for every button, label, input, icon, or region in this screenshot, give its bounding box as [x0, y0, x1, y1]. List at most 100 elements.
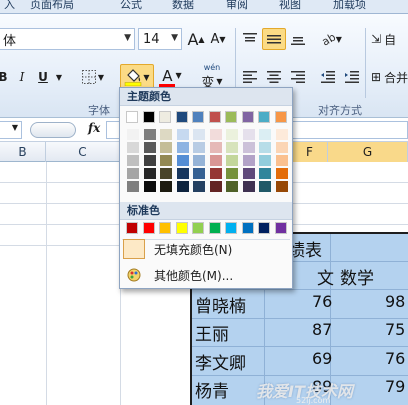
color-swatch[interactable] [225, 222, 237, 234]
name-box[interactable]: ▼ [0, 121, 22, 139]
color-swatch[interactable] [242, 181, 255, 192]
color-swatch[interactable] [242, 129, 255, 140]
color-swatch[interactable] [274, 222, 287, 234]
color-swatch[interactable] [209, 129, 222, 140]
align-bottom-button[interactable] [288, 28, 308, 50]
color-swatch[interactable] [143, 155, 156, 166]
color-swatch[interactable] [143, 181, 156, 192]
color-swatch[interactable] [143, 142, 156, 153]
color-swatch[interactable] [160, 155, 172, 166]
shrink-font-button[interactable]: A ▼ [208, 27, 228, 51]
orientation-button[interactable]: ab ▼ [318, 28, 346, 50]
color-swatch[interactable] [175, 222, 188, 234]
column-header-b[interactable]: B [0, 142, 46, 162]
column-header-f[interactable]: F [292, 142, 328, 162]
color-swatch[interactable] [142, 111, 155, 123]
color-swatch[interactable] [258, 111, 270, 123]
color-swatch[interactable] [160, 142, 172, 153]
color-swatch[interactable] [209, 181, 222, 192]
color-swatch[interactable] [143, 168, 156, 179]
color-swatch[interactable] [193, 142, 205, 153]
color-swatch[interactable] [242, 155, 255, 166]
underline-dropdown[interactable]: ▼ [54, 66, 64, 88]
underline-button[interactable]: U [33, 66, 53, 88]
color-swatch[interactable] [209, 168, 222, 179]
insert-function-button[interactable]: fx [88, 121, 100, 135]
column-header-g[interactable]: G [328, 142, 408, 162]
color-swatch[interactable] [176, 168, 189, 179]
color-swatch[interactable] [226, 168, 238, 179]
bold-button[interactable]: B [0, 66, 10, 88]
tab-addins[interactable]: 加载项 [333, 0, 366, 12]
grow-font-button[interactable]: A ▲ [186, 27, 206, 51]
color-swatch[interactable] [126, 111, 138, 123]
tab-page-layout[interactable]: 页面布局 [30, 0, 74, 12]
color-swatch[interactable] [275, 129, 288, 140]
color-swatch[interactable] [241, 111, 254, 123]
color-swatch[interactable] [176, 142, 189, 153]
color-swatch[interactable] [275, 155, 288, 166]
color-swatch[interactable] [259, 129, 271, 140]
merge-center-button[interactable]: ⊞ 合并 [370, 66, 408, 88]
color-swatch[interactable] [160, 129, 172, 140]
color-swatch[interactable] [160, 168, 172, 179]
formula-bar-splitter[interactable] [30, 122, 76, 138]
align-right-button[interactable] [288, 66, 308, 88]
color-swatch[interactable] [226, 129, 238, 140]
color-swatch[interactable] [142, 222, 155, 234]
color-swatch[interactable] [274, 111, 287, 123]
align-top-button[interactable] [240, 28, 260, 50]
decrease-indent-button[interactable] [318, 66, 338, 88]
color-swatch[interactable] [259, 142, 271, 153]
color-swatch[interactable] [126, 222, 138, 234]
color-swatch[interactable] [127, 155, 139, 166]
font-size-combo[interactable]: 14 ▼ [138, 28, 182, 50]
color-swatch[interactable] [259, 155, 271, 166]
color-swatch[interactable] [226, 155, 238, 166]
wrap-text-button[interactable]: ⇲ 自 [370, 28, 408, 50]
color-swatch[interactable] [159, 111, 171, 123]
color-swatch[interactable] [258, 222, 270, 234]
color-swatch[interactable] [226, 142, 238, 153]
color-swatch[interactable] [225, 111, 237, 123]
color-swatch[interactable] [241, 222, 254, 234]
tab-insert[interactable]: 入 [4, 0, 15, 12]
color-swatch[interactable] [192, 111, 204, 123]
color-swatch[interactable] [193, 129, 205, 140]
color-swatch[interactable] [259, 181, 271, 192]
color-swatch[interactable] [193, 168, 205, 179]
color-swatch[interactable] [209, 155, 222, 166]
color-swatch[interactable] [127, 129, 139, 140]
align-center-button[interactable] [264, 66, 284, 88]
increase-indent-button[interactable] [342, 66, 362, 88]
more-colors-option[interactable]: 其他颜色(M)... [122, 264, 292, 286]
color-swatch[interactable] [242, 168, 255, 179]
color-swatch[interactable] [160, 181, 172, 192]
align-left-button[interactable] [240, 66, 260, 88]
font-name-combo[interactable]: 体 ▼ [0, 28, 135, 50]
color-swatch[interactable] [208, 222, 221, 234]
column-header-c[interactable]: C [46, 142, 120, 162]
color-swatch[interactable] [226, 181, 238, 192]
tab-review[interactable]: 审阅 [226, 0, 248, 12]
color-swatch[interactable] [143, 129, 156, 140]
color-swatch[interactable] [127, 168, 139, 179]
color-swatch[interactable] [275, 181, 288, 192]
color-swatch[interactable] [275, 142, 288, 153]
color-swatch[interactable] [275, 168, 288, 179]
color-swatch[interactable] [127, 142, 139, 153]
tab-view[interactable]: 视图 [279, 0, 301, 12]
color-swatch[interactable] [193, 181, 205, 192]
color-swatch[interactable] [176, 181, 189, 192]
color-swatch[interactable] [127, 181, 139, 192]
tab-data[interactable]: 数据 [172, 0, 194, 12]
borders-button[interactable]: ▼ [78, 66, 108, 88]
color-swatch[interactable] [159, 222, 171, 234]
tab-formulas[interactable]: 公式 [120, 0, 142, 12]
no-fill-option[interactable]: 无填充颜色(N) [122, 238, 292, 260]
color-swatch[interactable] [192, 222, 204, 234]
color-swatch[interactable] [176, 129, 189, 140]
color-swatch[interactable] [176, 155, 189, 166]
italic-button[interactable]: I [14, 66, 30, 88]
color-swatch[interactable] [242, 142, 255, 153]
